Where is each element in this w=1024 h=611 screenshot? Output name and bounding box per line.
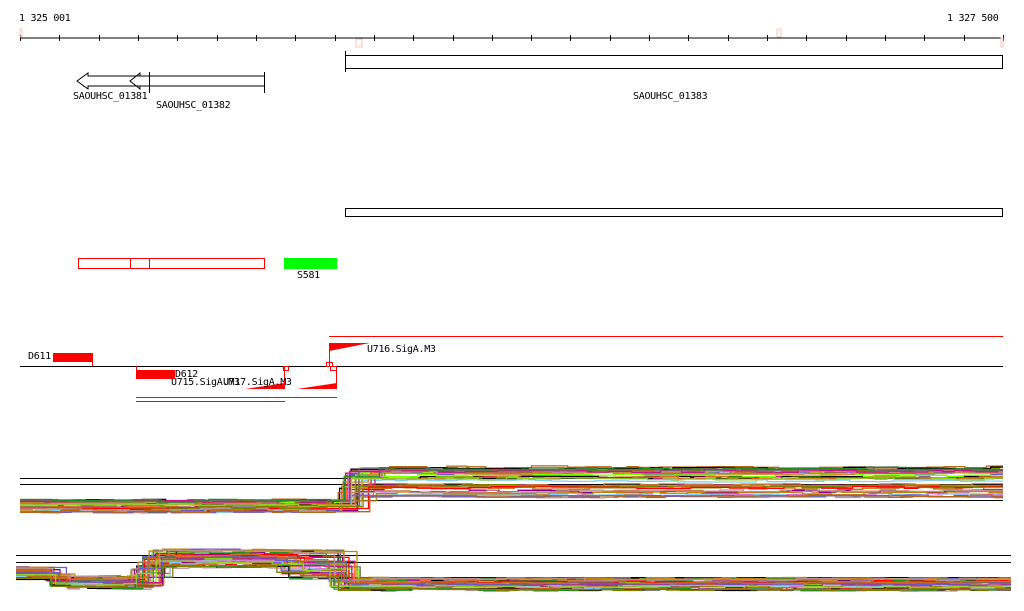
gene-saouhsc-01383[interactable] <box>345 51 1003 72</box>
feature-u716[interactable] <box>329 343 370 351</box>
gene-saouhsc-01381[interactable] <box>76 72 150 90</box>
feature-d612[interactable] <box>136 370 175 379</box>
feature-label-u717[interactable]: U717.SigA.M3 <box>223 378 292 388</box>
segment-label-s581[interactable]: S581 <box>297 271 320 281</box>
ruler-start-label: 1 325 001 <box>19 13 71 24</box>
gene-saouhsc-01382[interactable] <box>129 71 265 93</box>
gene-label-01382[interactable]: SAOUHSC_01382 <box>156 101 231 111</box>
gene-label-01381[interactable]: SAOUHSC_01381 <box>73 92 148 102</box>
transcript-box[interactable] <box>345 208 1003 217</box>
marker-mid <box>776 28 782 38</box>
coordinate-ruler <box>20 35 1004 41</box>
genome-browser-canvas[interactable] <box>0 0 1024 611</box>
segment-s581[interactable] <box>284 258 337 269</box>
segment-outline[interactable] <box>78 258 265 269</box>
feature-u715[interactable] <box>297 383 337 389</box>
marker-end <box>1000 37 1004 48</box>
expression-profile-lower <box>16 548 1011 592</box>
ruler-end-label: 1 327 500 <box>947 13 999 24</box>
marker-gene-start <box>355 38 363 48</box>
feature-label-d611[interactable]: D611 <box>28 352 51 362</box>
feature-label-u716[interactable]: U716.SigA.M3 <box>367 345 436 355</box>
feature-u715-marker <box>330 366 337 371</box>
feature-d611[interactable] <box>53 353 92 362</box>
expression-profile-upper <box>20 465 1004 514</box>
gene-label-01383[interactable]: SAOUHSC_01383 <box>633 92 708 102</box>
